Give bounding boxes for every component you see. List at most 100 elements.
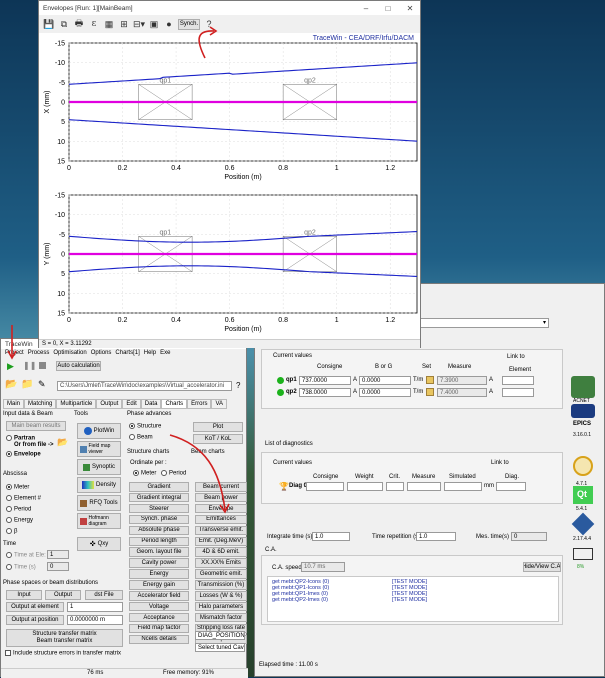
menu-charts[interactable]: Charts[1] — [115, 350, 139, 356]
diag-consigne-input[interactable] — [306, 482, 344, 491]
auto-calculation-button[interactable]: Auto calculation — [56, 361, 101, 371]
time-at-ele-input[interactable]: 1 — [47, 550, 69, 559]
diag-position-select[interactable]: DIAG_POSITION — [195, 631, 245, 640]
beam-chart-button[interactable]: Losses (W & %) — [195, 591, 247, 601]
tab-va[interactable]: VA — [211, 399, 228, 409]
tab-charts[interactable]: Charts — [161, 399, 188, 409]
input-button[interactable]: Input — [6, 590, 42, 600]
epsilon-icon[interactable]: ε — [88, 18, 100, 30]
synch-button[interactable]: Synch. — [178, 18, 200, 30]
hide-view-ca-button[interactable]: Hide/View C.A. — [523, 562, 561, 572]
quad-consigne-input[interactable]: 738.0000 — [299, 388, 351, 397]
beam-chart-button[interactable]: Beam current — [195, 482, 247, 492]
structure-transfer-matrix-button[interactable]: Structure transfer matrix Beam transfer … — [6, 629, 123, 647]
beam-chart-button[interactable]: Transverse emit. — [195, 525, 247, 536]
beam-chart-button[interactable]: Beam power — [195, 492, 247, 503]
radio-abscissa-beta[interactable]: β — [6, 528, 17, 535]
diag-weight-input[interactable] — [347, 482, 383, 491]
struct-chart-button[interactable]: Field map factor — [129, 623, 189, 634]
radio-ordinate-period[interactable]: Period — [161, 470, 186, 477]
va-selector-chevron-icon[interactable]: ▾ — [543, 319, 546, 326]
beam-chart-button[interactable]: Halo parameters — [195, 601, 247, 612]
help-cursor-icon[interactable]: ? — [203, 18, 215, 30]
select-tuned-cav-select[interactable]: Select tuned Cav — [195, 643, 245, 652]
beam-chart-button[interactable]: Transmission (%) — [195, 580, 247, 590]
menu-process[interactable]: Process — [28, 350, 50, 356]
play-icon[interactable]: ▶ — [7, 361, 14, 372]
menu-project[interactable]: Project — [5, 350, 24, 356]
struct-chart-button[interactable]: Voltage — [129, 601, 189, 612]
close-icon[interactable]: ✕ — [404, 2, 416, 14]
struct-chart-button[interactable]: Energy gain — [129, 580, 189, 590]
quad-consigne-input[interactable]: 737.0000 — [299, 376, 351, 385]
open-folder-icon[interactable]: 📂 — [5, 379, 17, 390]
menu-exe[interactable]: Exe — [160, 350, 170, 356]
radio-beam[interactable]: Beam — [129, 434, 153, 441]
radio-abscissa-energy[interactable]: Energy — [6, 517, 33, 524]
struct-chart-button[interactable]: Synch. phase — [129, 514, 189, 525]
struct-chart-button[interactable]: Absolute phase — [129, 525, 189, 536]
square-icon[interactable]: ▣ — [148, 18, 160, 30]
time-repetition-input[interactable]: 1.0 — [416, 532, 456, 541]
synoptic-button[interactable]: Synoptic — [77, 459, 121, 475]
output-at-element-input[interactable]: 1 — [67, 602, 123, 612]
output-at-position-input[interactable]: 0.0000000 m — [67, 615, 123, 625]
radio-envelope[interactable]: Envelope — [6, 451, 41, 458]
help-icon[interactable]: ? — [236, 381, 240, 390]
struct-chart-button[interactable]: Cavity power — [129, 558, 189, 568]
struct-chart-button[interactable]: Geom. layout file — [129, 547, 189, 557]
hofmann-diagram-button[interactable]: Hofmann diagram — [77, 513, 121, 529]
plotwin-button[interactable]: PlotWin — [77, 423, 121, 439]
kot-kol-button[interactable]: KoT / KoL — [193, 434, 243, 444]
radio-partran[interactable]: Partran — [6, 435, 35, 442]
tab-main[interactable]: Main — [3, 399, 25, 409]
output-at-element-button[interactable]: Output at element — [6, 602, 64, 612]
time-s-input[interactable]: 0 — [47, 562, 69, 571]
output-button[interactable]: Output — [45, 590, 81, 600]
quad-bg-input[interactable]: 0.0000 — [359, 376, 411, 385]
set-arrow-icon[interactable] — [426, 376, 434, 384]
radio-time-s[interactable]: Time (s) — [6, 564, 36, 571]
maximize-icon[interactable]: □ — [382, 2, 394, 14]
beam-chart-button[interactable]: Envelope — [195, 503, 247, 514]
struct-chart-button[interactable]: Energy — [129, 569, 189, 579]
project-path-input[interactable]: C:\Users\Jmlet\TraceWin\doc\examples\Vir… — [57, 381, 232, 391]
pause-icon[interactable]: ❚❚ — [23, 361, 36, 370]
tab-multiparticle[interactable]: Multiparticle — [56, 399, 97, 409]
menu-optimisation[interactable]: Optimisation — [53, 350, 86, 356]
radio-abscissa-meter[interactable]: Meter — [6, 484, 29, 491]
struct-chart-button[interactable]: Ncells details — [129, 634, 189, 645]
rfq-tools-button[interactable]: RFQ Tools — [77, 495, 121, 511]
quad-bg-input[interactable]: 0.0000 — [359, 388, 411, 397]
open-file-icon[interactable]: 📁 — [21, 379, 33, 390]
output-at-position-button[interactable]: Output at position — [6, 615, 64, 625]
field-map-viewer-button[interactable]: Field map viewer — [77, 441, 121, 457]
qxy-button[interactable]: ✜ Qxy — [77, 537, 121, 551]
radio-time-at-ele[interactable]: Time at Ele: — [6, 552, 46, 559]
beam-chart-button[interactable]: 4D & 6D emit. — [195, 547, 247, 557]
menu-options[interactable]: Options — [91, 350, 112, 356]
struct-chart-button[interactable]: Gradient — [129, 482, 189, 492]
stop-icon[interactable] — [39, 362, 46, 369]
struct-chart-button[interactable]: Steerer — [129, 503, 189, 514]
beam-chart-button[interactable]: Emit. (Deg.MeV) — [195, 536, 247, 547]
layout-icon[interactable]: ⊟▾ — [133, 18, 145, 30]
quad-link-input[interactable] — [502, 388, 534, 397]
dst-file-button[interactable]: dst File — [85, 590, 123, 600]
beam-chart-button[interactable]: Geometric emit. — [195, 569, 247, 579]
diag-link-input[interactable] — [496, 482, 526, 491]
tab-edit[interactable]: Edit — [122, 399, 141, 409]
minimize-icon[interactable]: – — [360, 2, 372, 14]
save-icon[interactable]: 💾 — [43, 18, 55, 30]
beam-chart-button[interactable]: XX.XX% Emits — [195, 558, 247, 568]
record-icon[interactable]: ● — [163, 18, 175, 30]
file-icon[interactable]: 📂 — [57, 437, 68, 448]
integrate-time-input[interactable]: 1.0 — [312, 532, 350, 541]
main-beam-results-button[interactable]: Main beam results — [6, 421, 66, 431]
radio-abscissa-period[interactable]: Period — [6, 506, 31, 513]
plot-button[interactable]: Plot — [193, 422, 243, 432]
tab-output[interactable]: Output — [96, 399, 123, 409]
copy-icon[interactable]: ⧉ — [58, 18, 70, 30]
radio-abscissa-element[interactable]: Element # — [6, 495, 41, 502]
struct-chart-button[interactable]: Period length — [129, 536, 189, 547]
